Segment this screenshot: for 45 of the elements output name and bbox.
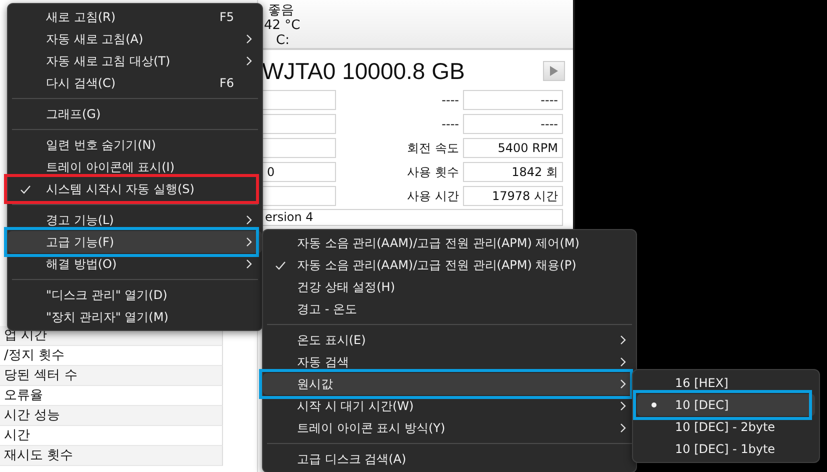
- menu-item[interactable]: 자동 새로 고침 대상(T): [8, 50, 262, 72]
- attribute-name: /정지 횟수: [0, 346, 223, 366]
- menu-item[interactable]: 온도 표시(E): [263, 329, 636, 351]
- field-label: 사용 횟수: [406, 164, 459, 181]
- field-label: ----: [440, 92, 459, 109]
- menu-item[interactable]: 트레이 아이콘 표시 방식(Y): [263, 417, 636, 439]
- menu-item[interactable]: 일련 번호 숨기기(N): [8, 134, 262, 156]
- menu-item[interactable]: 해결 방법(O): [8, 253, 262, 275]
- attribute-name: 당된 섹터 수: [0, 366, 223, 386]
- attribute-name: 재시도 횟수: [0, 446, 223, 466]
- info-field: 5400 RPM: [463, 138, 563, 158]
- attribute-name: 시간: [0, 426, 223, 446]
- shortcut-text: F6: [219, 76, 234, 90]
- attribute-name: 시간 성능: [0, 406, 223, 426]
- disk-title: WJTA0 10000.8 GB: [262, 58, 465, 84]
- menu-item[interactable]: 새로 고침(R) F5: [8, 6, 262, 28]
- menu-item[interactable]: "장치 관리자" 열기(M): [8, 306, 262, 328]
- attribute-name: 오류율: [0, 386, 223, 406]
- menu-item[interactable]: 시작 시 대기 시간(W): [263, 395, 636, 417]
- info-field: ----: [463, 90, 563, 110]
- menu-item[interactable]: 다시 검색(C) F6: [8, 72, 262, 94]
- menu-item[interactable]: 자동 소음 관리(AAM)/고급 전원 관리(APM) 채용(P): [263, 254, 636, 276]
- menu-item[interactable]: 경고 - 온도: [263, 298, 636, 320]
- field-label: 회전 속도: [406, 140, 459, 157]
- menu-item[interactable]: 그래프(G): [8, 103, 262, 125]
- info-field: 1842 회: [463, 162, 563, 182]
- menu-item[interactable]: 자동 새로 고침(A): [8, 28, 262, 50]
- shortcut-text: F5: [219, 10, 234, 24]
- field-label: 사용 시간: [406, 188, 459, 205]
- health-status: 좋음: [267, 3, 294, 18]
- next-disk-button[interactable]: [543, 61, 565, 81]
- drive-letter: C:: [275, 33, 290, 48]
- info-field: 17978 시간: [463, 186, 563, 206]
- menu-item[interactable]: 자동 소음 관리(AAM)/고급 전원 관리(APM) 제어(M): [263, 232, 636, 254]
- field-label: ----: [440, 116, 459, 133]
- play-icon: [549, 65, 559, 77]
- menu-item[interactable]: 10 [DEC] - 1byte: [637, 438, 815, 460]
- menu-item[interactable]: 10 [DEC] - 2byte: [637, 416, 815, 438]
- menu-item[interactable]: 고급 디스크 검색(A): [263, 448, 636, 470]
- menu-item[interactable]: 16 [HEX]: [637, 372, 815, 394]
- temperature-text: 42 °C: [264, 18, 300, 33]
- menu-item[interactable]: "디스크 관리" 열기(D): [8, 284, 262, 306]
- info-field: ----: [463, 114, 563, 134]
- menu-item[interactable]: 건강 상태 설정(H): [263, 276, 636, 298]
- menu-item[interactable]: 자동 검색: [263, 351, 636, 373]
